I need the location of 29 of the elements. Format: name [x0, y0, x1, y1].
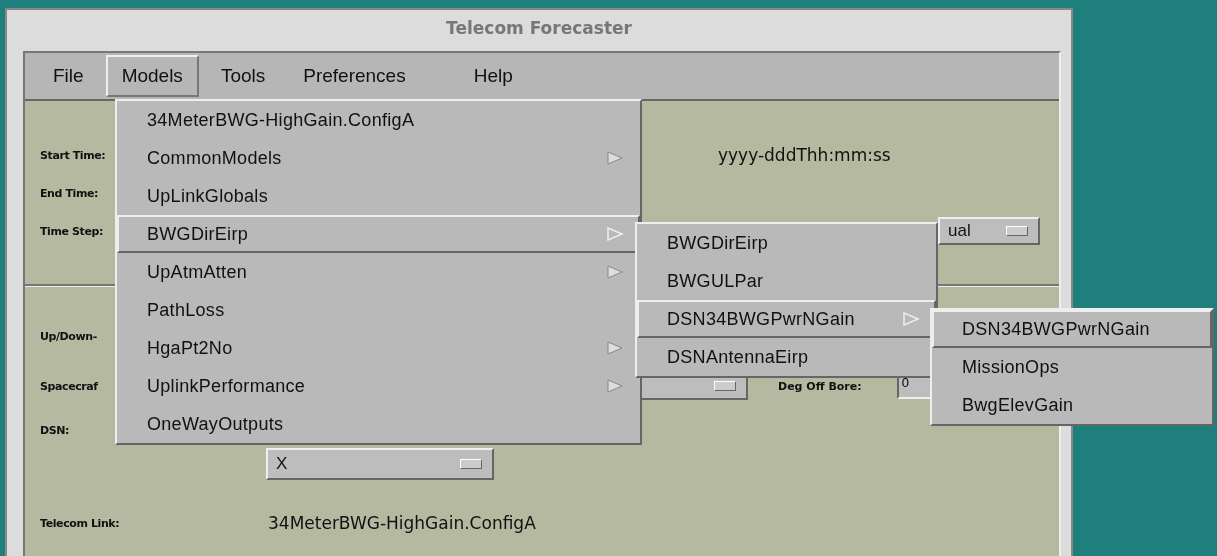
window-title: Telecom Forecaster	[445, 17, 633, 40]
field-label: End Time:	[40, 186, 100, 200]
field-label: Telecom Link:	[40, 516, 121, 530]
field-label: Up/Down-	[40, 329, 98, 343]
menu-item[interactable]: BwgElevGain	[932, 386, 1212, 424]
field-label: Time Step:	[40, 224, 104, 238]
menu-item[interactable]: DSN34BWGPwrNGain	[932, 310, 1212, 348]
mode-dropdown[interactable]: ual	[938, 217, 1040, 245]
field-label: Start Time:	[40, 148, 107, 162]
menu-item[interactable]: MissionOps	[932, 348, 1212, 386]
menu-bar-item[interactable]: Models	[105, 55, 199, 97]
menu-item[interactable]: BWGDirEirp	[637, 224, 936, 262]
telecom-link-value: 34MeterBWG-HighGain.ConfigA	[268, 513, 536, 533]
menu-bar-item[interactable]: Preferences	[287, 55, 422, 97]
field-label: Spacecraf	[40, 379, 99, 393]
menu-item[interactable]: DSN34BWGPwrNGain	[637, 300, 936, 338]
menu-bar-item[interactable]: Tools	[204, 55, 282, 97]
menu-item[interactable]: UpLinkGlobals	[117, 177, 640, 215]
menu-item[interactable]: UplinkPerformance	[117, 367, 640, 405]
menu-bar-item[interactable]: Help	[457, 55, 529, 97]
menu-item[interactable]: OneWayOutputs	[117, 405, 640, 443]
field-label: Deg Off Bore:	[778, 379, 862, 393]
band-dropdown[interactable]: X	[266, 448, 494, 480]
menu-bar-item[interactable]: File	[37, 55, 100, 97]
menu-item[interactable]: 34MeterBWG-HighGain.ConfigA	[117, 101, 640, 139]
field-label: DSN:	[40, 423, 71, 437]
menu-item[interactable]: CommonModels	[117, 139, 640, 177]
menu-item[interactable]: BWGULPar	[637, 262, 936, 300]
time-format-hint: yyyy-dddThh:mm:ss	[718, 145, 891, 165]
